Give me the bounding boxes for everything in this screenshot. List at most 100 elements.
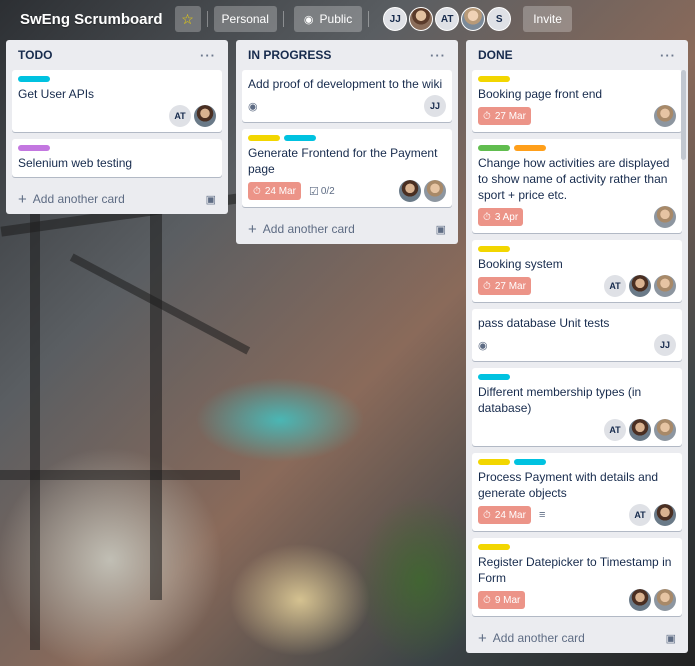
clock-icon: ⏱ [253,185,261,197]
card[interactable]: Register Datepicker to Timestamp in Form… [472,538,682,616]
visibility-button[interactable]: ◉ Public [293,6,363,32]
label-cyan[interactable] [514,459,546,465]
card-labels [478,544,676,550]
card[interactable]: Generate Frontend for the Payment page ⏱ 2… [242,129,452,207]
list-title[interactable]: TODO [18,48,52,62]
card[interactable]: Different membership types (in database)… [472,368,682,446]
clock-icon: ⏱ [483,594,491,606]
card-title: pass database Unit tests [478,316,610,330]
card-labels [18,145,216,151]
member-avatar-photo[interactable] [629,275,651,297]
member-avatar-photo[interactable] [654,275,676,297]
member-avatar[interactable]: S [487,7,512,31]
label-cyan[interactable] [18,76,50,82]
list-title[interactable]: DONE [478,48,513,62]
card-title: Selenium web testing [18,156,133,170]
list-scrollbar[interactable] [681,70,686,160]
member-avatar[interactable]: JJ [424,95,446,117]
star-board-button[interactable]: ☆ [174,6,201,32]
label-yellow[interactable] [248,135,280,141]
member-avatar-photo[interactable] [424,180,446,202]
member-avatar-photo[interactable] [461,7,486,31]
due-date-text: 9 Mar [494,594,521,606]
card[interactable]: Get User APIs AT [12,70,222,132]
card[interactable]: Booking system ⏱ 27 Mar AT [472,240,682,302]
label-yellow[interactable] [478,76,510,82]
due-date-badge[interactable]: ⏱ 3 Apr [478,208,524,226]
more-icon[interactable]: ··· [660,48,676,63]
description-icon: ≡ [538,509,546,521]
add-card-button[interactable]: + Add another card ▣ [472,623,682,653]
member-avatar[interactable]: AT [169,105,191,127]
template-icon[interactable]: ▣ [436,223,446,236]
card-labels [478,246,676,252]
board-title[interactable]: SwEng Scrumboard [14,7,169,32]
label-yellow[interactable] [478,246,510,252]
add-card-button[interactable]: + Add another card ▣ [242,214,452,244]
card-title: Change how activities are displayed to s… [478,156,670,202]
member-avatar[interactable]: AT [435,7,460,31]
member-avatar-photo[interactable] [654,206,676,228]
team-visibility-button[interactable]: Personal [213,6,277,32]
card-members: AT [604,275,676,297]
card[interactable]: Booking page front end ⏱ 27 Mar [472,70,682,132]
public-label: Public [319,12,353,26]
list-header: DONE ··· [472,40,682,70]
member-avatar[interactable]: AT [629,504,651,526]
member-avatar-photo[interactable] [409,7,434,31]
card-members [399,180,446,202]
member-avatar-photo[interactable] [654,419,676,441]
member-avatar-photo[interactable] [654,589,676,611]
member-avatar-photo[interactable] [654,504,676,526]
add-card-label: Add another card [492,631,585,645]
label-yellow[interactable] [478,544,510,550]
due-date-badge[interactable]: ⏱ 24 Mar [248,182,301,200]
due-date-badge[interactable]: ⏱ 27 Mar [478,277,531,295]
member-avatar[interactable]: JJ [654,334,676,356]
plus-icon: + [478,629,487,647]
member-avatar[interactable]: JJ [383,7,408,31]
member-avatar-photo[interactable] [194,105,216,127]
member-avatar-photo[interactable] [399,180,421,202]
watch-icon: ◉ [248,100,258,113]
member-avatar[interactable]: AT [604,419,626,441]
more-icon[interactable]: ··· [430,48,446,63]
member-avatar-photo[interactable] [654,105,676,127]
member-avatar-photo[interactable] [629,419,651,441]
label-cyan[interactable] [284,135,316,141]
clock-icon: ⏱ [483,509,491,521]
invite-button[interactable]: Invite [523,6,572,32]
due-date-badge[interactable]: ⏱ 27 Mar [478,107,531,125]
card[interactable]: Process Payment with details and generat… [472,453,682,531]
member-avatar[interactable]: AT [604,275,626,297]
card[interactable]: Selenium web testing [12,139,222,177]
card-title: Register Datepicker to Timestamp in Form [478,555,672,585]
template-icon[interactable]: ▣ [666,632,676,645]
card[interactable]: pass database Unit tests ◉ JJ [472,309,682,361]
card-badges: ⏱ 27 Mar [478,104,676,128]
due-date-badge[interactable]: ⏱ 9 Mar [478,591,526,609]
list-header: IN PROGRESS ··· [242,40,452,70]
template-icon[interactable]: ▣ [206,193,216,206]
member-avatar-photo[interactable] [629,589,651,611]
checklist-badge: ☑ 0/2 [309,185,335,198]
label-orange[interactable] [514,145,546,151]
card-badges: AT [478,418,676,442]
clock-icon: ⏱ [483,280,491,292]
add-card-button[interactable]: + Add another card ▣ [12,184,222,214]
label-yellow[interactable] [478,459,510,465]
checklist-icon: ☑ [308,185,319,198]
watch-icon: ◉ [478,339,488,352]
globe-icon: ◉ [303,13,314,26]
label-cyan[interactable] [478,374,510,380]
more-icon[interactable]: ··· [200,48,216,63]
card[interactable]: Change how activities are displayed to s… [472,139,682,233]
label-purple[interactable] [18,145,50,151]
clock-icon: ⏱ [483,110,491,122]
due-date-text: 24 Mar [264,185,296,197]
list-title[interactable]: IN PROGRESS [248,48,331,62]
label-green[interactable] [478,145,510,151]
card[interactable]: Add proof of development to the wiki ◉ JJ [242,70,452,122]
card-members: AT [629,504,676,526]
due-date-badge[interactable]: ⏱ 24 Mar [478,506,531,524]
